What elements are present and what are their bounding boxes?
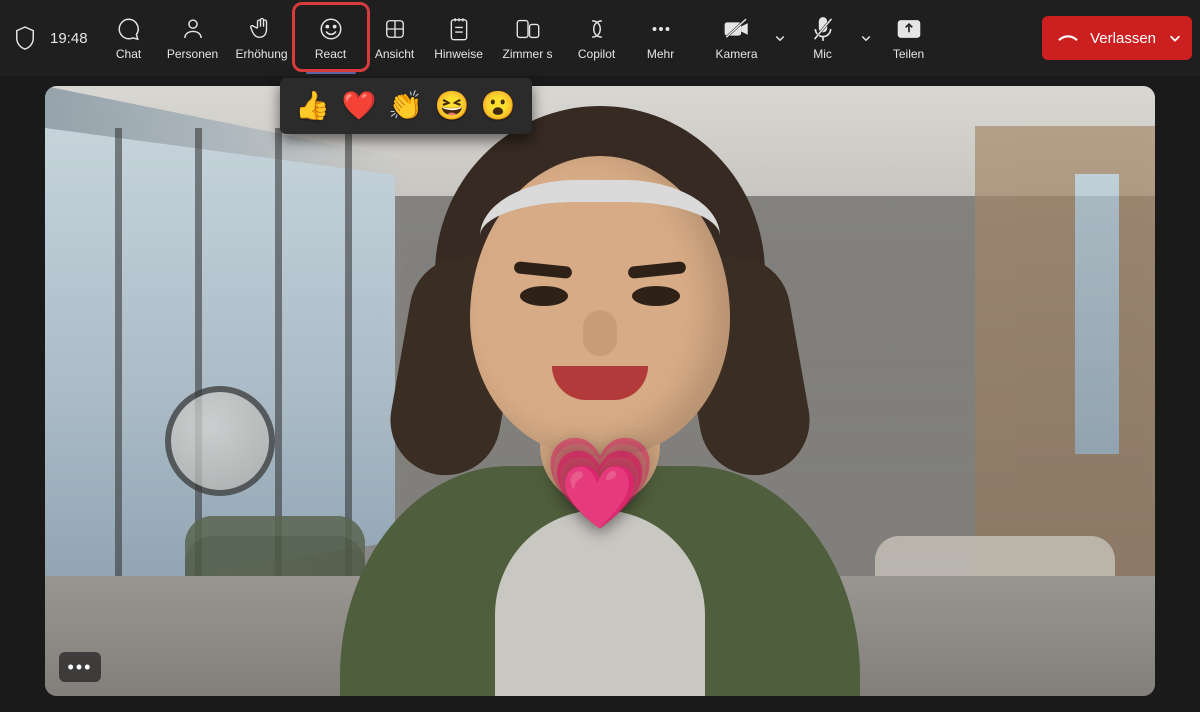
leave-button[interactable]: Verlassen xyxy=(1042,16,1192,60)
camera-off-icon xyxy=(723,15,751,43)
leave-label: Verlassen xyxy=(1090,30,1156,47)
share-screen-icon xyxy=(896,15,922,43)
rooms-label: Zimmer s xyxy=(503,47,553,61)
reaction-laugh[interactable]: 😆 xyxy=(434,92,469,120)
raise-hand-button[interactable]: Erhöhung xyxy=(226,8,298,68)
meeting-toolbar: 19:48 Chat Personen Erhöhung xyxy=(0,0,1200,76)
participant-avatar: 💗 xyxy=(340,146,860,696)
chat-label: Chat xyxy=(116,47,141,61)
reaction-applause[interactable]: 👏 xyxy=(388,92,423,120)
rooms-icon xyxy=(515,15,541,43)
video-stage: 💗 ••• xyxy=(45,86,1155,696)
camera-label: Kamera xyxy=(716,47,758,61)
raise-hand-icon xyxy=(250,15,274,43)
notes-label: Hinweise xyxy=(434,47,483,61)
people-button[interactable]: Personen xyxy=(162,8,224,68)
view-button[interactable]: Ansicht xyxy=(364,8,426,68)
notes-icon xyxy=(448,15,470,43)
rooms-button[interactable]: Zimmer s xyxy=(492,8,564,68)
view-grid-icon xyxy=(383,15,407,43)
more-button[interactable]: Mehr xyxy=(630,8,692,68)
participant-options-button[interactable]: ••• xyxy=(59,652,101,682)
more-dots-icon xyxy=(648,15,674,43)
view-label: Ansicht xyxy=(375,47,414,61)
floating-heart-reaction-icon: 💗 xyxy=(544,431,656,536)
reaction-love[interactable]: ❤️ xyxy=(342,92,377,120)
privacy-shield-icon[interactable] xyxy=(14,25,36,51)
more-label: Mehr xyxy=(647,47,674,61)
copilot-button[interactable]: Copilot xyxy=(566,8,628,68)
hangup-icon xyxy=(1056,26,1080,50)
camera-dropdown[interactable] xyxy=(770,8,790,68)
mic-dropdown[interactable] xyxy=(856,8,876,68)
react-button[interactable]: React xyxy=(300,8,362,68)
camera-button[interactable]: Kamera xyxy=(706,8,768,68)
react-label: React xyxy=(315,47,346,61)
share-button[interactable]: Teilen xyxy=(878,8,940,68)
reaction-like[interactable]: 👍 xyxy=(295,92,330,120)
raise-hand-label: Erhöhung xyxy=(236,47,288,61)
reaction-popover: 👍 ❤️ 👏 😆 😮 xyxy=(280,78,532,134)
chat-icon xyxy=(116,15,142,43)
people-label: Personen xyxy=(167,47,218,61)
people-icon xyxy=(180,15,206,43)
mic-button[interactable]: Mic xyxy=(792,8,854,68)
reaction-surprised[interactable]: 😮 xyxy=(481,92,516,120)
mic-off-icon xyxy=(812,15,834,43)
mic-label: Mic xyxy=(813,47,832,61)
more-dots-icon: ••• xyxy=(68,657,93,678)
share-label: Teilen xyxy=(893,47,924,61)
copilot-icon xyxy=(584,15,610,43)
leave-dropdown-icon[interactable] xyxy=(1168,31,1182,45)
copilot-label: Copilot xyxy=(578,47,615,61)
meeting-timer: 19:48 xyxy=(50,30,88,47)
react-smile-icon xyxy=(318,15,344,43)
notes-button[interactable]: Hinweise xyxy=(428,8,490,68)
chat-button[interactable]: Chat xyxy=(98,8,160,68)
